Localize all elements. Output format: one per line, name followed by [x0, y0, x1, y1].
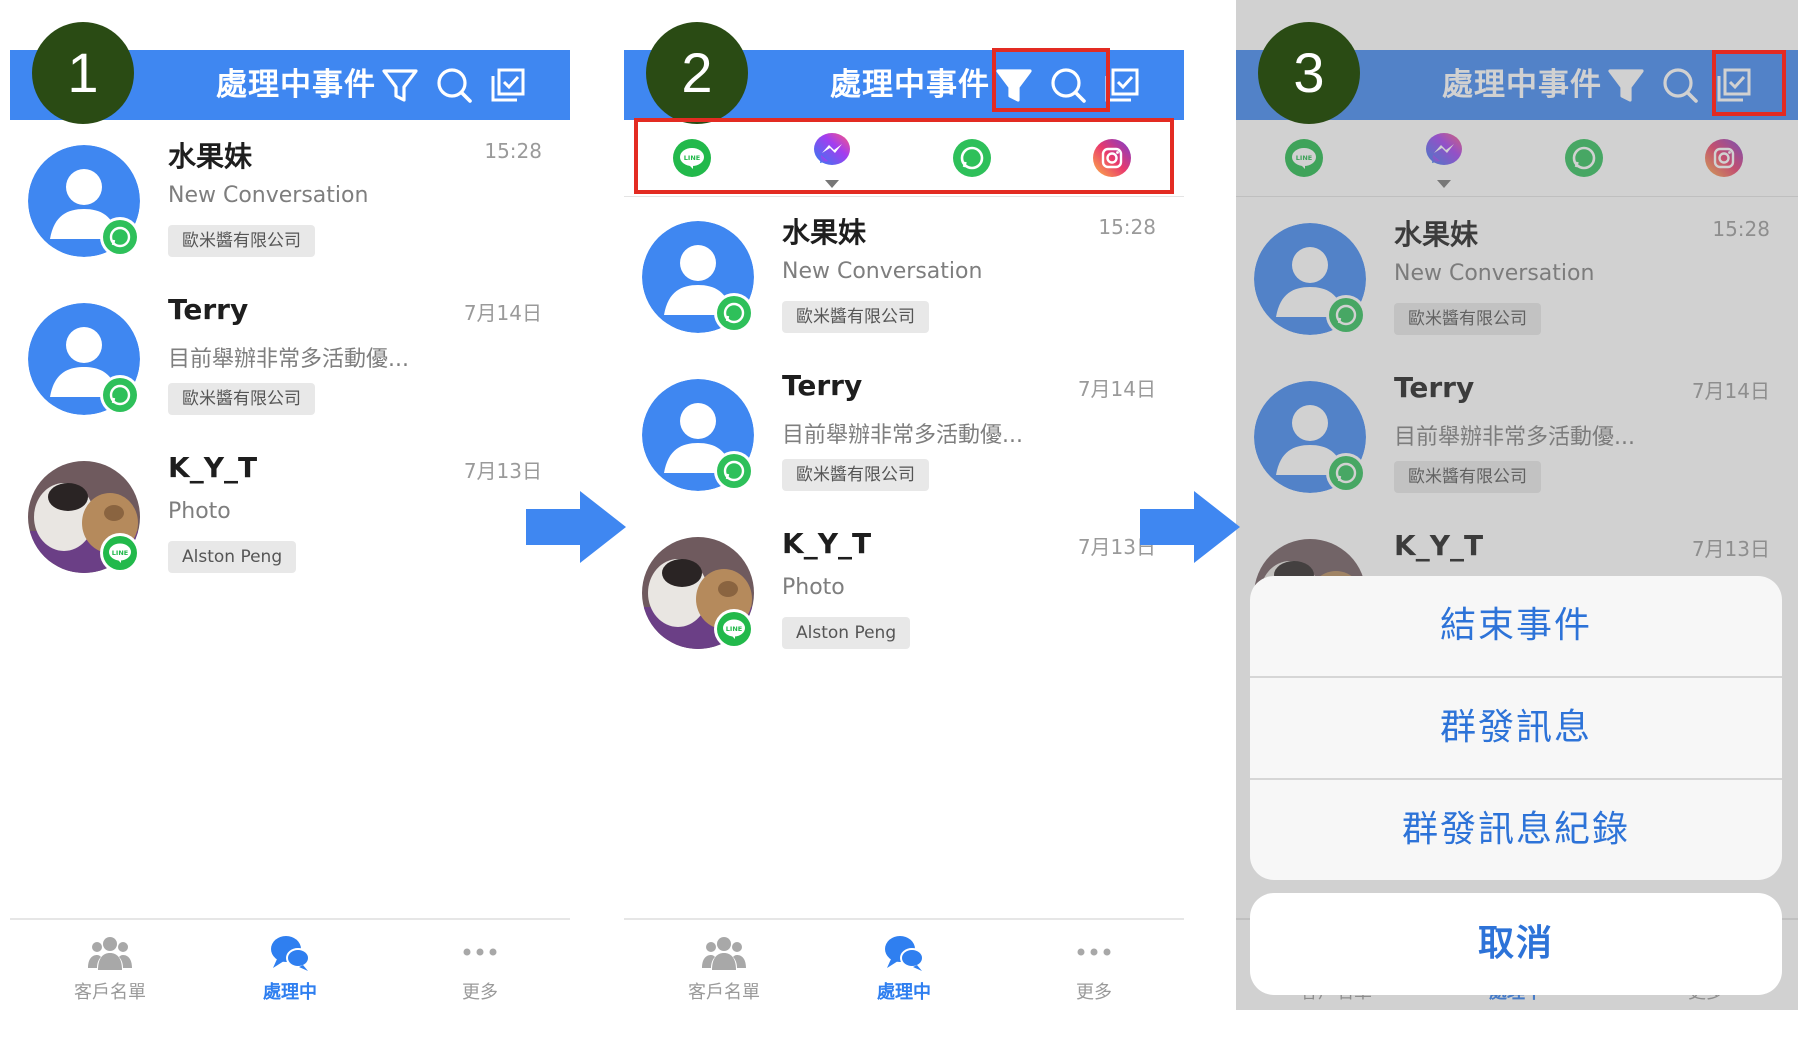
end-event-option[interactable]: 結束事件 — [1250, 576, 1782, 678]
whatsapp-badge-icon — [714, 451, 754, 491]
timestamp: 7月14日 — [1077, 377, 1156, 401]
whatsapp-badge-icon — [100, 217, 140, 257]
message-preview: Photo — [782, 575, 845, 600]
svg-text:LINE: LINE — [112, 549, 128, 557]
whatsapp-badge-icon — [714, 293, 754, 333]
broadcast-history-option[interactable]: 群發訊息紀錄 — [1250, 780, 1782, 880]
step-number-badge: 1 — [32, 22, 134, 124]
highlight-box — [992, 48, 1110, 112]
message-preview: 目前舉辦非常多活動優... — [168, 347, 409, 372]
timestamp: 15:28 — [484, 139, 542, 163]
tab-label: 更多 — [1076, 982, 1112, 1003]
broadcast-message-option[interactable]: 群發訊息 — [1250, 678, 1782, 780]
filter-icon[interactable] — [376, 61, 424, 109]
tab-more[interactable]: 更多 — [420, 932, 540, 1004]
cancel-button[interactable]: 取消 — [1250, 893, 1782, 995]
tab-in-progress[interactable]: 處理中 — [230, 932, 350, 1004]
people-icon — [702, 937, 746, 970]
conversation-row[interactable]: 水果妹 15:28 New Conversation 歐米醬有限公司 — [10, 135, 570, 285]
timestamp: 15:28 — [1098, 215, 1156, 239]
line-badge-icon: LINE — [100, 533, 140, 573]
conversation-row[interactable]: LINE K_Y_T 7月13日 Photo Alston Peng — [624, 527, 1184, 677]
line-badge-icon: LINE — [714, 609, 754, 649]
agent-tag: Alston Peng — [168, 541, 297, 573]
checkbox-list-icon[interactable] — [484, 61, 532, 109]
company-tag: 歐米醬有限公司 — [168, 225, 315, 257]
step-number-badge: 3 — [1258, 22, 1360, 124]
conversation-row[interactable]: Terry 7月14日 目前舉辦非常多活動優... 歐米醬有限公司 — [624, 369, 1184, 519]
whatsapp-badge-icon — [100, 375, 140, 415]
tab-label: 更多 — [462, 982, 498, 1003]
more-dots-icon — [463, 948, 497, 956]
contact-name: Terry — [168, 293, 249, 326]
highlight-box — [634, 118, 1174, 194]
tab-in-progress[interactable]: 處理中 — [844, 932, 964, 1004]
more-dots-icon — [1077, 948, 1111, 956]
right-arrow-icon — [1140, 491, 1240, 563]
tab-label: 客戶名單 — [688, 982, 760, 1003]
step-number-badge: 2 — [646, 22, 748, 124]
timestamp: 7月13日 — [463, 459, 542, 483]
agent-tag: Alston Peng — [782, 617, 911, 649]
tab-label: 處理中 — [263, 982, 317, 1003]
contact-name: K_Y_T — [168, 451, 258, 484]
contact-name: Terry — [782, 369, 863, 402]
screen-step-1: 1 處理中事件 水果妹 15:28 New Conversation 歐米醬有限… — [10, 0, 570, 1010]
chat-bubbles-icon — [885, 936, 924, 971]
company-tag: 歐米醬有限公司 — [168, 383, 315, 415]
message-preview: 目前舉辦非常多活動優... — [782, 423, 1023, 448]
right-arrow-icon — [526, 491, 626, 563]
conversation-row[interactable]: Terry 7月14日 目前舉辦非常多活動優... 歐米醬有限公司 — [10, 293, 570, 443]
chat-bubbles-icon — [271, 936, 310, 971]
action-sheet: 結束事件 群發訊息 群發訊息紀錄 — [1250, 576, 1782, 880]
bottom-tab-bar: 客戶名單 處理中 更多 — [10, 918, 570, 1010]
bottom-tab-bar: 客戶名單 處理中 更多 — [624, 918, 1184, 1010]
contact-name: 水果妹 — [168, 140, 253, 173]
search-icon[interactable] — [430, 61, 478, 109]
message-preview: New Conversation — [782, 259, 983, 284]
message-preview: New Conversation — [168, 183, 369, 208]
tab-customer-list[interactable]: 客戶名單 — [50, 932, 170, 1004]
contact-name: K_Y_T — [782, 527, 872, 560]
people-icon — [88, 937, 132, 970]
screen-step-2: 2 處理中事件 LINE 水果妹 15:28 New Conversation … — [624, 0, 1184, 1010]
company-tag: 歐米醬有限公司 — [782, 301, 929, 333]
company-tag: 歐米醬有限公司 — [782, 459, 929, 491]
timestamp: 7月14日 — [463, 301, 542, 325]
tab-label: 客戶名單 — [74, 982, 146, 1003]
conversation-row[interactable]: LINE K_Y_T 7月13日 Photo Alston Peng — [10, 451, 570, 601]
tab-more[interactable]: 更多 — [1034, 932, 1154, 1004]
tab-customer-list[interactable]: 客戶名單 — [664, 932, 784, 1004]
contact-name: 水果妹 — [782, 216, 867, 249]
conversation-row[interactable]: 水果妹 15:28 New Conversation 歐米醬有限公司 — [624, 211, 1184, 361]
message-preview: Photo — [168, 499, 231, 524]
tab-label: 處理中 — [877, 982, 931, 1003]
svg-text:LINE: LINE — [726, 625, 742, 633]
highlight-box — [1712, 50, 1786, 116]
screen-step-3: 3 處理中事件 LINE 水果妹 15:28 New Conversation … — [1236, 0, 1798, 1010]
page-title: 處理中事件 — [216, 67, 376, 103]
page-title: 處理中事件 — [830, 67, 990, 103]
